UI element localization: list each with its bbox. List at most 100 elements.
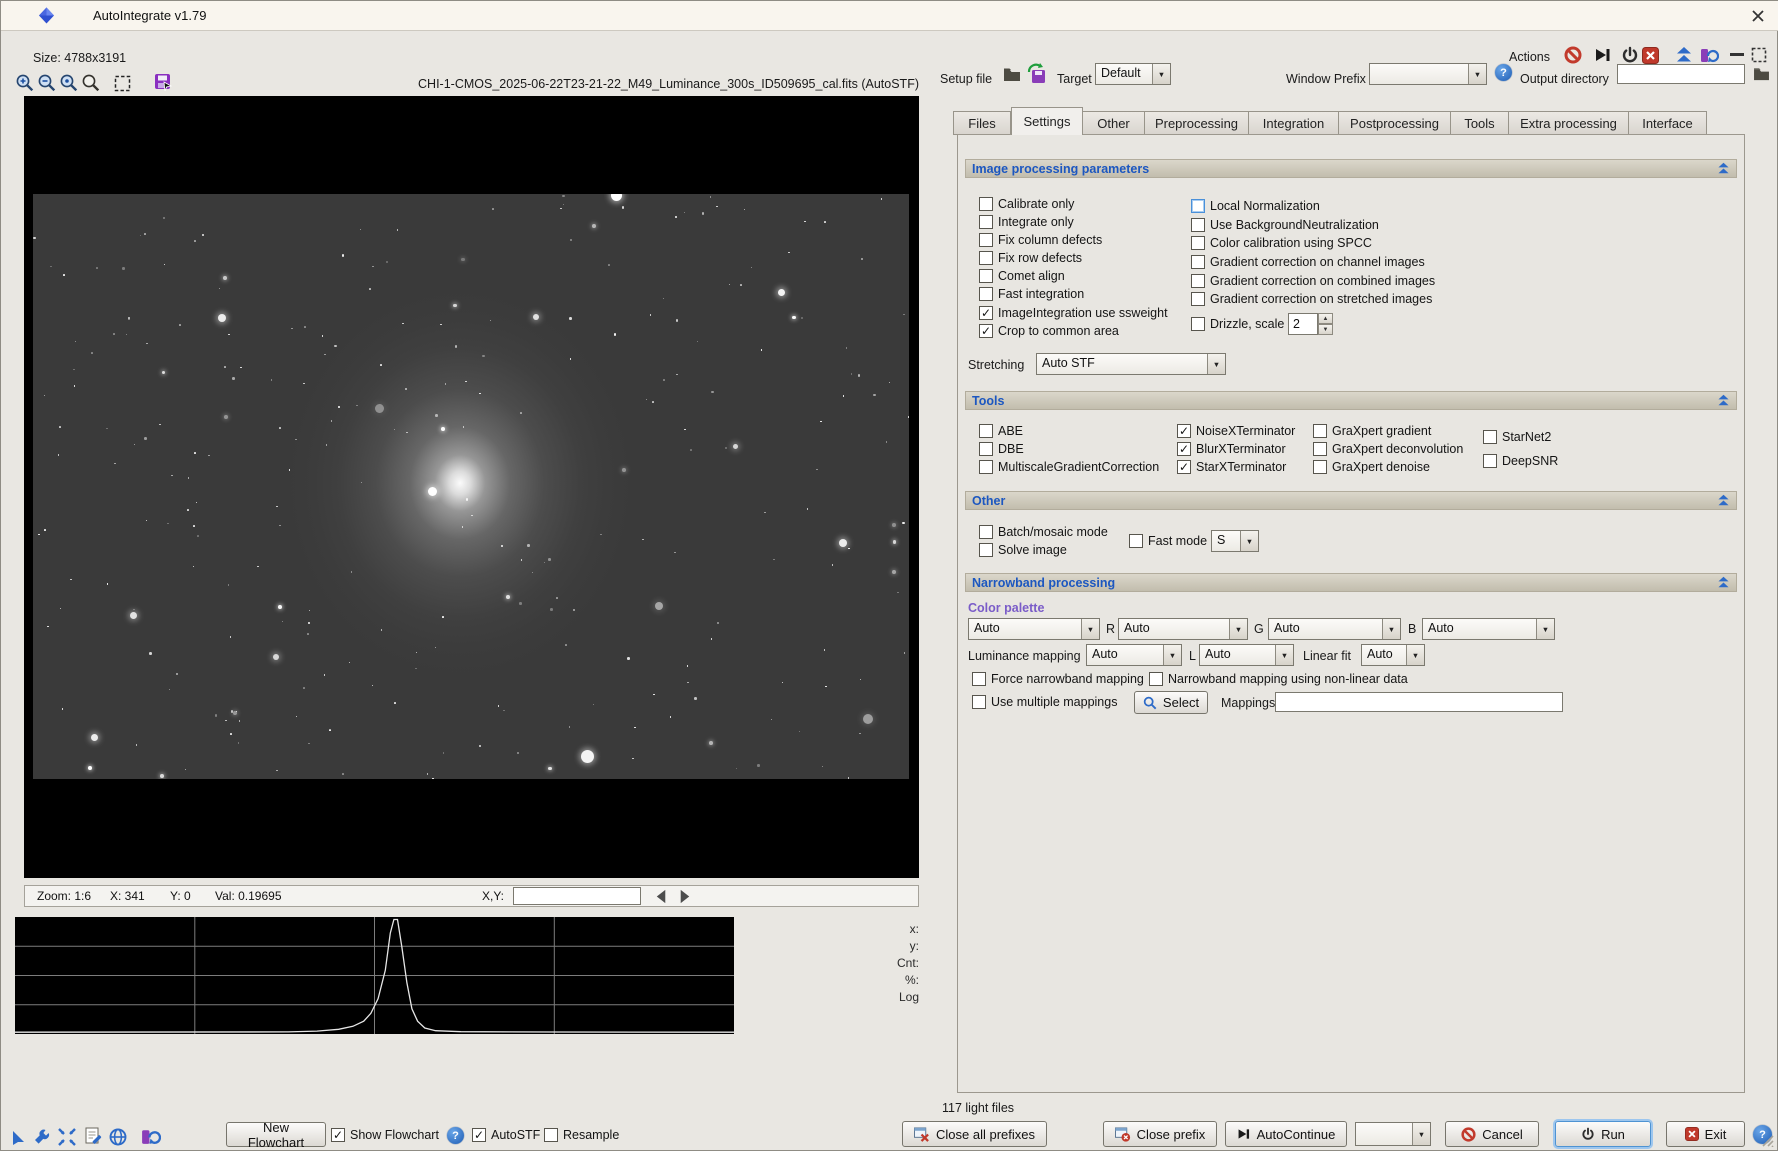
save-view-icon[interactable] bbox=[153, 72, 173, 92]
zoom-one-to-one-icon[interactable] bbox=[59, 73, 79, 93]
section-other[interactable]: Other bbox=[965, 491, 1737, 510]
tab-postprocessing[interactable]: Postprocessing bbox=[1339, 111, 1451, 135]
close-all-prefixes-button[interactable]: Close all prefixes bbox=[902, 1121, 1047, 1147]
checkbox-crop-to-common-area[interactable]: Crop to common area bbox=[979, 323, 1119, 339]
image-viewport[interactable] bbox=[24, 96, 919, 878]
resize-grip[interactable] bbox=[1760, 1133, 1774, 1147]
reload-flowchart-icon[interactable] bbox=[140, 1126, 161, 1147]
checkbox-gradient-combined-images[interactable]: Gradient correction on combined images bbox=[1191, 273, 1435, 289]
section-tools[interactable]: Tools bbox=[965, 391, 1737, 410]
checkbox-use-multiple-mappings[interactable]: Use multiple mappings bbox=[972, 694, 1117, 710]
checkbox-narrowband-nonlinear[interactable]: Narrowband mapping using non-linear data bbox=[1149, 671, 1408, 687]
checkbox-calibrate-only[interactable]: Calibrate only bbox=[979, 196, 1074, 212]
shrink-view-icon[interactable] bbox=[57, 1127, 77, 1147]
tab-other[interactable]: Other bbox=[1083, 111, 1145, 135]
collapse-all-icon[interactable] bbox=[1675, 46, 1693, 64]
section-image-processing-parameters[interactable]: Image processing parameters bbox=[965, 159, 1737, 178]
checkbox-batch-mosaic-mode[interactable]: Batch/mosaic mode bbox=[979, 524, 1108, 540]
checkbox-fast-integration[interactable]: Fast integration bbox=[979, 286, 1084, 302]
zoom-out-icon[interactable] bbox=[37, 73, 57, 93]
checkbox-color-calibration-spcc[interactable]: Color calibration using SPCC bbox=[1191, 235, 1372, 251]
zoom-in-icon[interactable] bbox=[15, 73, 35, 93]
pointer-tool-icon[interactable] bbox=[9, 1127, 29, 1147]
section-narrowband-processing[interactable]: Narrowband processing bbox=[965, 573, 1737, 592]
l-channel-select[interactable]: Auto bbox=[1199, 644, 1294, 666]
reload-flowchart-icon[interactable] bbox=[1699, 45, 1719, 65]
output-directory-input[interactable] bbox=[1617, 64, 1745, 84]
checkbox-deepsnr[interactable]: DeepSNR bbox=[1483, 453, 1558, 469]
flowchart-help-icon[interactable] bbox=[447, 1127, 464, 1144]
r-channel-select[interactable]: Auto bbox=[1118, 618, 1248, 640]
collapse-section-icon[interactable] bbox=[1717, 394, 1730, 407]
tab-settings[interactable]: Settings bbox=[1011, 107, 1083, 135]
window-prefix-help-icon[interactable] bbox=[1495, 64, 1512, 81]
checkbox-graxpert-deconvolution[interactable]: GraXpert deconvolution bbox=[1313, 441, 1463, 457]
checkbox-starxterminator[interactable]: StarXTerminator bbox=[1177, 459, 1286, 475]
checkbox-comet-align[interactable]: Comet align bbox=[979, 268, 1065, 284]
autocontinue-button[interactable]: AutoContinue bbox=[1225, 1121, 1347, 1147]
zoom-fit-icon[interactable] bbox=[113, 74, 132, 93]
minimize-icon[interactable] bbox=[1730, 52, 1744, 57]
checkbox-graxpert-gradient[interactable]: GraXpert gradient bbox=[1313, 423, 1431, 439]
stretching-select[interactable]: Auto STF bbox=[1036, 353, 1226, 375]
checkbox-autostf[interactable]: AutoSTF bbox=[472, 1127, 540, 1143]
checkbox-local-normalization[interactable]: Local Normalization bbox=[1191, 198, 1320, 214]
autocontinue-prefix-select[interactable] bbox=[1355, 1122, 1431, 1146]
collapse-section-icon[interactable] bbox=[1717, 576, 1730, 589]
next-image-icon[interactable] bbox=[676, 888, 693, 905]
checkbox-blurxterminator[interactable]: BlurXTerminator bbox=[1177, 441, 1286, 457]
globe-icon[interactable] bbox=[108, 1127, 128, 1147]
checkbox-resample[interactable]: Resample bbox=[544, 1127, 619, 1143]
power-icon[interactable] bbox=[1621, 46, 1639, 64]
abort-icon[interactable] bbox=[1564, 46, 1582, 64]
tab-integration[interactable]: Integration bbox=[1249, 111, 1339, 135]
checkbox-starnet2[interactable]: StarNet2 bbox=[1483, 429, 1551, 445]
checkbox-fast-mode[interactable]: Fast mode bbox=[1129, 533, 1207, 549]
fast-mode-select[interactable]: S bbox=[1211, 530, 1259, 552]
checkbox-show-flowchart[interactable]: Show Flowchart bbox=[331, 1127, 439, 1143]
palette-select[interactable]: Auto bbox=[968, 618, 1100, 640]
checkbox-force-narrowband-mapping[interactable]: Force narrowband mapping bbox=[972, 671, 1144, 687]
checkbox-abe[interactable]: ABE bbox=[979, 423, 1023, 439]
checkbox-imageintegration-ssweight[interactable]: ImageIntegration use ssweight bbox=[979, 305, 1168, 321]
xy-goto-input[interactable] bbox=[513, 887, 641, 905]
wrench-tool-icon[interactable] bbox=[32, 1127, 52, 1147]
mappings-input[interactable] bbox=[1275, 692, 1563, 712]
checkbox-integrate-only[interactable]: Integrate only bbox=[979, 214, 1074, 230]
g-channel-select[interactable]: Auto bbox=[1268, 618, 1401, 640]
drizzle-scale-spinner[interactable] bbox=[1318, 313, 1333, 335]
run-button[interactable]: Run bbox=[1555, 1121, 1651, 1147]
checkbox-graxpert-denoise[interactable]: GraXpert denoise bbox=[1313, 459, 1430, 475]
output-directory-browse-icon[interactable] bbox=[1753, 67, 1770, 81]
drizzle-scale-input[interactable] bbox=[1288, 313, 1318, 335]
checkbox-gradient-channel-images[interactable]: Gradient correction on channel images bbox=[1191, 254, 1425, 270]
checkbox-solve-image[interactable]: Solve image bbox=[979, 542, 1067, 558]
close-prefix-button[interactable]: Close prefix bbox=[1103, 1121, 1217, 1147]
exit-icon[interactable] bbox=[1642, 47, 1659, 64]
prev-image-icon[interactable] bbox=[653, 888, 670, 905]
setup-file-open-icon[interactable] bbox=[1003, 67, 1021, 82]
luminance-mapping-select[interactable]: Auto bbox=[1086, 644, 1182, 666]
spin-down-icon[interactable] bbox=[1318, 324, 1333, 335]
select-mappings-button[interactable]: Select bbox=[1134, 691, 1208, 714]
checkbox-gradient-stretched-images[interactable]: Gradient correction on stretched images bbox=[1191, 291, 1432, 307]
b-channel-select[interactable]: Auto bbox=[1422, 618, 1555, 640]
edit-notes-icon[interactable] bbox=[83, 1126, 103, 1147]
exit-button[interactable]: Exit bbox=[1666, 1121, 1745, 1147]
checkbox-fix-column-defects[interactable]: Fix column defects bbox=[979, 232, 1102, 248]
checkbox-multiscalegradientcorrection[interactable]: MultiscaleGradientCorrection bbox=[979, 459, 1159, 475]
spin-up-icon[interactable] bbox=[1318, 313, 1333, 324]
checkbox-noisexterminator[interactable]: NoiseXTerminator bbox=[1177, 423, 1295, 439]
collapse-section-icon[interactable] bbox=[1717, 494, 1730, 507]
linear-fit-select[interactable]: Auto bbox=[1361, 644, 1425, 666]
window-close-icon[interactable] bbox=[1750, 8, 1766, 24]
tab-preprocessing[interactable]: Preprocessing bbox=[1145, 111, 1249, 135]
maximize-icon[interactable] bbox=[1751, 47, 1767, 63]
tab-extra-processing[interactable]: Extra processing bbox=[1509, 111, 1629, 135]
tab-files[interactable]: Files bbox=[953, 111, 1011, 135]
setup-file-save-icon[interactable] bbox=[1027, 63, 1047, 84]
checkbox-use-backgroundneutralization[interactable]: Use BackgroundNeutralization bbox=[1191, 217, 1379, 233]
skip-to-end-icon[interactable] bbox=[1594, 46, 1612, 64]
new-flowchart-button[interactable]: New Flowchart bbox=[226, 1120, 326, 1150]
collapse-section-icon[interactable] bbox=[1717, 162, 1730, 175]
